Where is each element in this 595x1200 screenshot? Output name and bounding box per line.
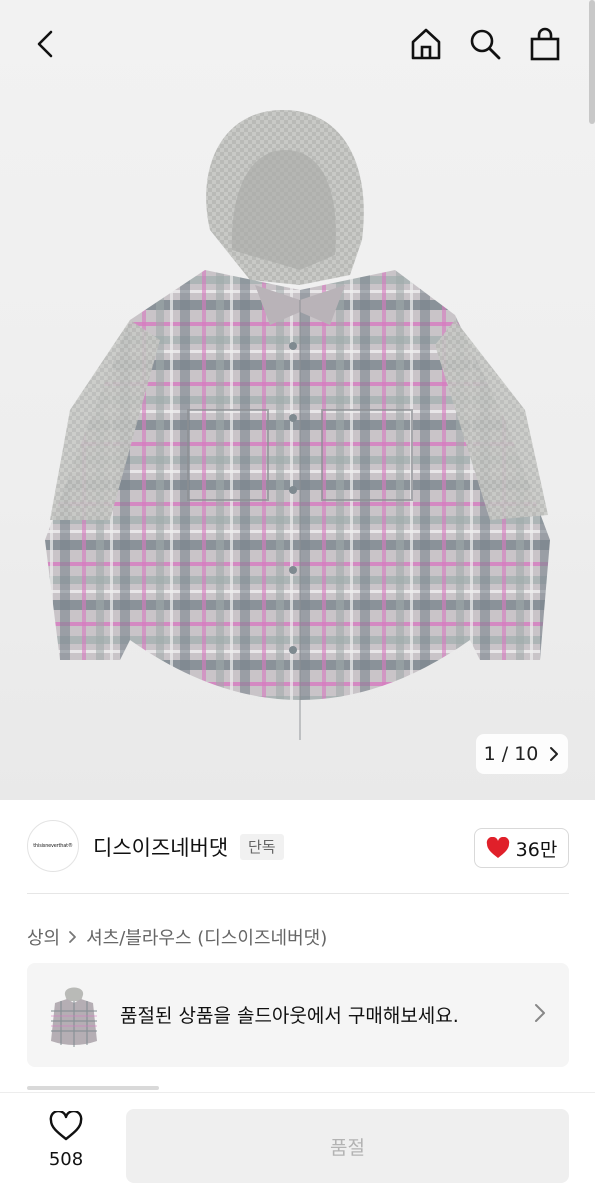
home-icon xyxy=(411,28,441,60)
chevron-left-icon xyxy=(37,30,53,58)
section-tab-hint xyxy=(27,1086,159,1090)
cart-button[interactable] xyxy=(523,22,567,66)
product-gallery[interactable]: 1 / 10 xyxy=(0,0,595,800)
search-button[interactable] xyxy=(463,22,507,66)
soldout-buy-button[interactable]: 품절 xyxy=(126,1109,569,1183)
brand-like-button[interactable]: 36만 xyxy=(474,828,569,868)
search-icon xyxy=(470,29,501,60)
bottom-action-bar: 508 품절 xyxy=(0,1092,595,1200)
wishlist-count: 508 xyxy=(48,1149,84,1170)
brand-logo[interactable]: thisisneverthat® xyxy=(27,820,79,872)
shopping-bag-icon xyxy=(530,27,560,61)
chevron-right-icon xyxy=(535,1004,545,1022)
divider xyxy=(27,893,569,894)
breadcrumb: 상의 셔츠/블라우스 (디스이즈네버댓) xyxy=(27,924,327,950)
exclusive-badge: 단독 xyxy=(240,834,284,860)
breadcrumb-item-category[interactable]: 상의 xyxy=(27,924,60,950)
back-button[interactable] xyxy=(24,22,68,66)
chevron-right-icon xyxy=(550,747,559,761)
scroll-indicator xyxy=(589,0,595,124)
product-thumbnail xyxy=(45,981,103,1049)
chevron-right-icon xyxy=(69,931,77,943)
pager-text: 1 / 10 xyxy=(483,743,539,765)
heart-filled-icon xyxy=(486,837,509,858)
soldout-banner-text: 품절된 상품을 솔드아웃에서 구매해보세요. xyxy=(120,1005,459,1027)
brand-name[interactable]: 디스이즈네버댓 xyxy=(93,832,228,862)
brand-row: thisisneverthat® 디스이즈네버댓 단독 36만 xyxy=(0,820,595,876)
product-image xyxy=(45,109,550,740)
top-navigation xyxy=(0,0,595,90)
wishlist-button[interactable]: 508 xyxy=(36,1109,96,1170)
brand-logo-text: thisisneverthat® xyxy=(33,843,73,849)
soldout-link-banner[interactable]: 품절된 상품을 솔드아웃에서 구매해보세요. xyxy=(27,963,569,1067)
home-button[interactable] xyxy=(404,22,448,66)
image-pager[interactable]: 1 / 10 xyxy=(476,734,568,774)
heart-outline-icon xyxy=(49,1109,83,1141)
breadcrumb-item-subcategory[interactable]: 셔츠/블라우스 (디스이즈네버댓) xyxy=(86,924,327,950)
brand-like-count: 36만 xyxy=(515,838,558,861)
